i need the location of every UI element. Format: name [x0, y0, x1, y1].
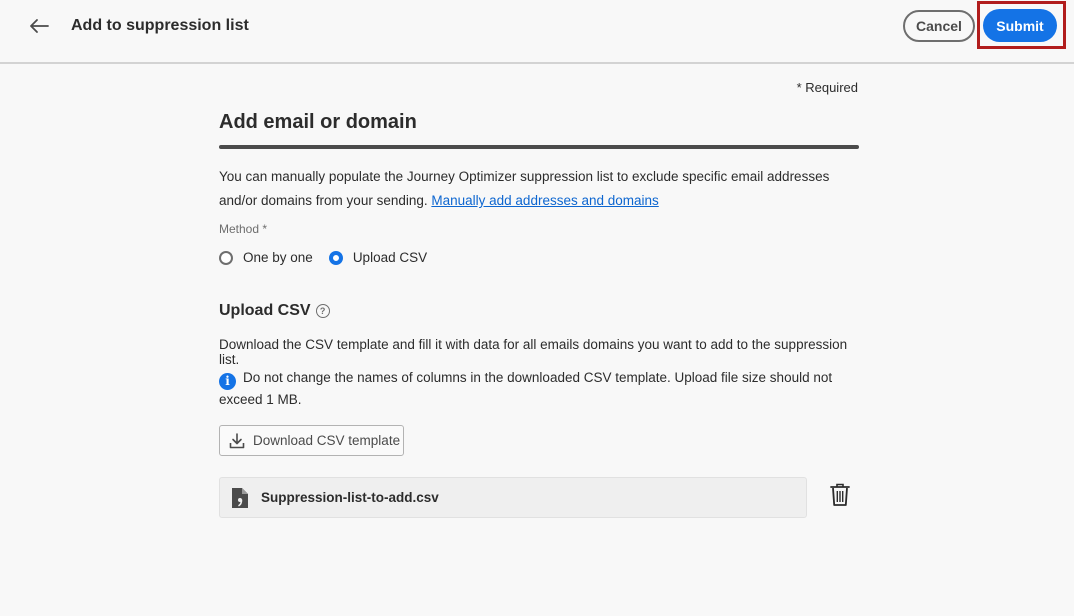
trash-icon: [830, 483, 850, 506]
section-title: Add email or domain: [219, 111, 417, 133]
method-label: Method *: [219, 222, 267, 236]
required-asterisk: *: [262, 222, 268, 236]
help-icon[interactable]: ?: [315, 304, 330, 318]
method-label-text: Method: [219, 222, 260, 236]
manual-add-link[interactable]: Manually add addresses and domains: [431, 193, 658, 208]
cancel-button[interactable]: Cancel: [903, 10, 975, 42]
delete-file-button[interactable]: [828, 482, 852, 508]
header-bar: Add to suppression list Cancel Submit: [0, 0, 1074, 64]
back-button[interactable]: [26, 13, 52, 39]
file-name: Suppression-list-to-add.csv: [261, 490, 439, 505]
description: You can manually populate the Journey Op…: [219, 165, 859, 213]
back-arrow-icon: [30, 19, 49, 33]
radio-button-checked[interactable]: [328, 250, 343, 265]
download-label: Download CSV template: [253, 433, 401, 448]
radio-label: Upload CSV: [352, 250, 428, 265]
info-icon: i: [219, 372, 236, 390]
csv-file-icon: [232, 487, 248, 508]
radio-label: One by one: [243, 250, 313, 265]
download-csv-template-button[interactable]: Download CSV template: [219, 425, 404, 456]
radio-upload-csv[interactable]: Upload CSV: [328, 250, 428, 265]
info-text: Do not change the names of columns in th…: [219, 370, 833, 407]
page-title: Add to suppression list: [71, 17, 249, 34]
upload-description: Download the CSV template and fill it wi…: [219, 337, 848, 367]
required-note: * Required: [796, 80, 858, 95]
radio-button-unchecked[interactable]: [219, 250, 233, 265]
download-icon: [229, 432, 245, 448]
upload-csv-title: Upload CSV ?: [219, 302, 330, 320]
uploaded-file: Suppression-list-to-add.csv: [219, 477, 807, 518]
method-radio-group: One by one Upload CSV: [219, 250, 443, 265]
upload-title-text: Upload CSV: [219, 302, 311, 319]
radio-one-by-one[interactable]: One by one: [219, 250, 313, 265]
info-message: i Do not change the names of columns in t…: [219, 368, 859, 410]
submit-button[interactable]: Submit: [983, 9, 1057, 42]
section-divider: [219, 145, 859, 149]
